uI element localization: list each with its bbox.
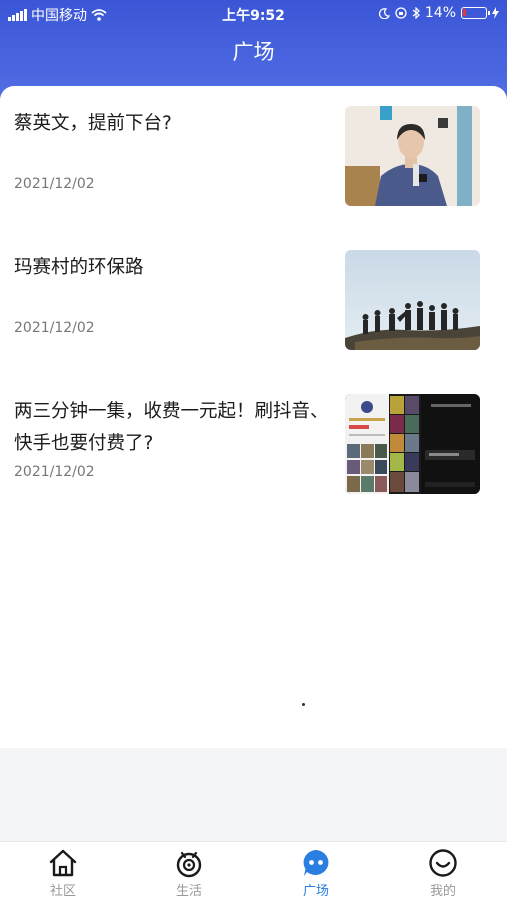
article-date: 2021/12/02 xyxy=(14,464,95,480)
bluetooth-icon xyxy=(412,7,420,19)
charging-icon xyxy=(492,7,499,19)
article-date: 2021/12/02 xyxy=(14,320,95,336)
battery-icon xyxy=(461,7,490,19)
moon-icon xyxy=(378,7,390,19)
article-item[interactable]: 两三分钟一集，收费一元起！刷抖音、快手也要付费了? 2021/12/02 xyxy=(0,374,507,494)
article-thumbnail xyxy=(345,250,480,350)
tab-label: 生活 xyxy=(175,884,202,899)
tab-square[interactable]: 广场 xyxy=(266,848,366,899)
tab-label: 广场 xyxy=(302,884,329,899)
chat-bubble-icon xyxy=(303,850,329,876)
article-item[interactable]: 蔡英文，提前下台? 2021/12/02 xyxy=(0,86,507,206)
status-bar: 中国移动 上午9:52 14% xyxy=(0,0,507,28)
home-icon xyxy=(49,849,77,877)
tab-mine[interactable]: 我的 xyxy=(393,848,493,899)
article-thumbnail xyxy=(345,106,480,206)
eye-icon xyxy=(176,851,202,878)
page-title: 广场 xyxy=(232,40,275,64)
article-thumbnail xyxy=(345,394,480,494)
tab-life[interactable]: 生活 xyxy=(139,848,239,899)
bottom-tab-bar: 社区 生活 广场 我的 xyxy=(0,841,507,900)
article-title: 玛赛村的环保路 xyxy=(14,257,144,278)
tab-label: 社区 xyxy=(49,884,76,899)
battery-percent: 14% xyxy=(424,5,456,21)
orientation-lock-icon xyxy=(395,7,407,19)
smile-icon xyxy=(429,849,457,877)
tab-label: 我的 xyxy=(429,884,456,899)
article-title: 两三分钟一集，收费一元起！刷抖音、快手也要付费了? xyxy=(14,401,329,454)
loading-dot xyxy=(302,703,305,706)
article-list: 蔡英文，提前下台? 2021/12/02 玛赛村的环保路 2021/12/02 xyxy=(0,86,507,748)
article-item[interactable]: 玛赛村的环保路 2021/12/02 xyxy=(0,230,507,350)
article-title: 蔡英文，提前下台? xyxy=(14,113,172,134)
tab-community[interactable]: 社区 xyxy=(13,848,113,899)
article-date: 2021/12/02 xyxy=(14,176,95,192)
